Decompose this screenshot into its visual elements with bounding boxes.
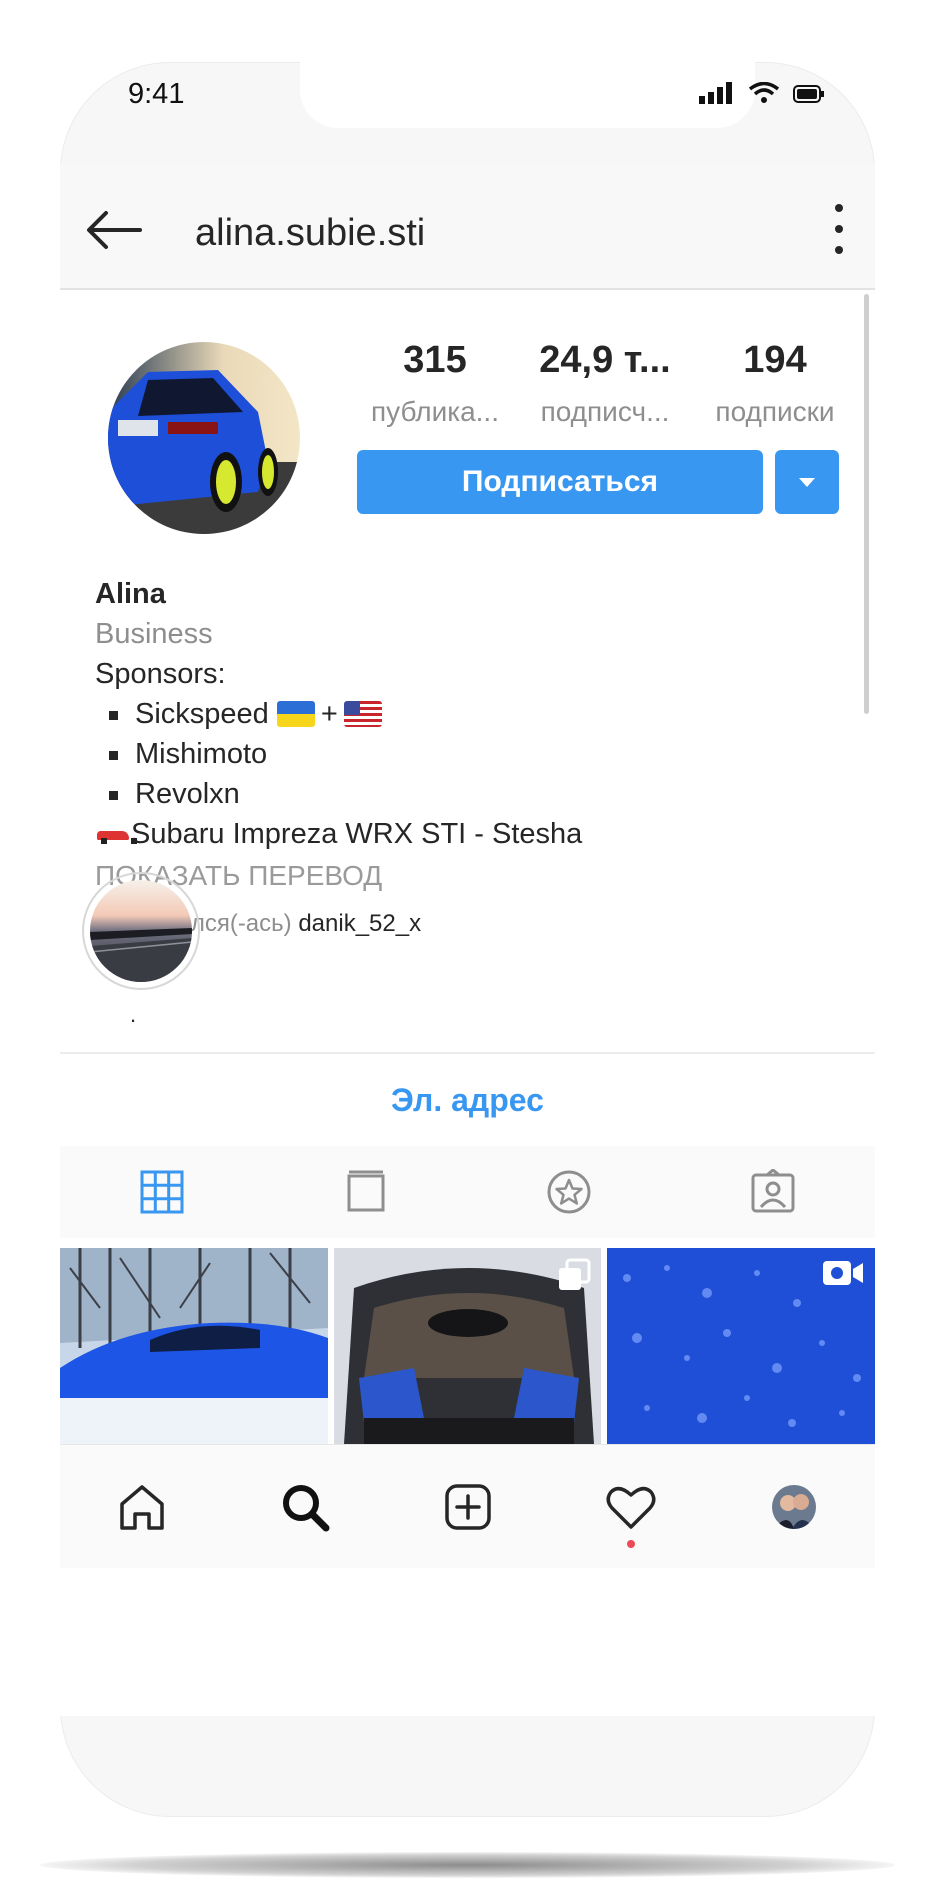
highlight-cover — [90, 880, 192, 982]
contact-row: Эл. адрес — [60, 1052, 875, 1146]
signal-icon — [699, 82, 732, 104]
back-button[interactable] — [84, 208, 144, 252]
nav-home[interactable] — [107, 1472, 177, 1542]
stat-posts[interactable]: 315 публика... — [355, 339, 515, 428]
dot-icon — [835, 225, 843, 233]
status-icons — [699, 82, 825, 104]
home-icon — [119, 1484, 164, 1530]
phone-shadow — [40, 1852, 895, 1878]
post-thumbnail[interactable] — [60, 1248, 328, 1444]
wifi-icon — [749, 82, 779, 103]
car-photo — [108, 342, 300, 534]
stat-following[interactable]: 194 подписки — [695, 339, 855, 428]
scrollbar[interactable] — [864, 294, 869, 714]
post-thumbnail[interactable] — [333, 1248, 602, 1444]
nav-activity[interactable] — [596, 1472, 666, 1548]
tab-tagged[interactable] — [671, 1146, 875, 1238]
plus-text: + — [320, 698, 338, 730]
sponsor-name: Sickspeed — [135, 698, 269, 730]
story-highlight[interactable] — [82, 872, 200, 990]
nav-search[interactable] — [270, 1472, 340, 1542]
arrow-left-icon — [87, 211, 142, 249]
race-car-icon — [95, 823, 137, 845]
bullet-icon — [95, 694, 135, 734]
tab-feed[interactable] — [264, 1146, 468, 1238]
post-thumbnail[interactable] — [607, 1248, 875, 1444]
profile-bio: Alina Business Sponsors: Sickspeed + Mis… — [95, 574, 835, 944]
caret-down-icon — [799, 477, 815, 487]
phone-frame: 9:41 alina.subie.sti 315 публика... 24,9… — [60, 62, 875, 1817]
grid-icon — [140, 1170, 184, 1214]
sunset-road-photo — [90, 880, 192, 982]
stat-label: подписки — [715, 396, 835, 427]
email-button[interactable]: Эл. адрес — [391, 1082, 544, 1119]
profile-header: alina.subie.sti — [60, 164, 875, 290]
notification-dot — [626, 1539, 635, 1548]
stat-value: 24,9 т... — [539, 339, 671, 381]
nav-new-post[interactable] — [433, 1472, 503, 1542]
ukraine-flag-icon — [276, 701, 315, 727]
more-options-button[interactable] — [829, 204, 849, 254]
bullet-icon — [95, 734, 135, 774]
stat-value: 194 — [743, 339, 807, 381]
phone-notch — [300, 62, 755, 128]
battery-icon — [793, 85, 824, 103]
tab-saved[interactable] — [468, 1146, 672, 1238]
stat-label: подписч... — [540, 396, 670, 427]
post-grid — [60, 1248, 875, 1444]
post-image — [60, 1248, 328, 1444]
search-icon — [282, 1484, 329, 1531]
show-translation-link[interactable]: ПОКАЗАТЬ ПЕРЕВОД — [95, 856, 835, 896]
video-camera-icon — [821, 1258, 865, 1293]
bio-sponsor-line: Sickspeed + — [95, 694, 835, 734]
status-time: 9:41 — [128, 78, 185, 110]
tagged-user-icon — [751, 1169, 795, 1213]
nav-profile[interactable] — [759, 1472, 829, 1542]
sponsor-name: Revolxn — [135, 778, 240, 810]
bullet-icon — [95, 774, 135, 814]
tab-grid[interactable] — [60, 1146, 264, 1238]
stat-value: 315 — [403, 339, 467, 381]
usa-flag-icon — [343, 701, 382, 727]
sponsor-name: Mishimoto — [135, 738, 268, 770]
bio-category: Business — [95, 618, 213, 650]
app-screen: alina.subie.sti 315 публика... 24,9 т...… — [60, 164, 875, 1716]
stat-followers[interactable]: 24,9 т... подписч... — [525, 339, 685, 428]
suggestions-dropdown-button[interactable] — [775, 450, 839, 514]
profile-stats: 315 публика... 24,9 т... подписч... 194 … — [355, 339, 855, 428]
bio-sponsor-line: Mishimoto — [95, 734, 835, 774]
heart-icon — [606, 1486, 655, 1529]
profile-tabs — [60, 1146, 875, 1238]
profile-avatar[interactable] — [108, 342, 300, 534]
plus-square-icon — [444, 1483, 491, 1530]
feed-icon — [347, 1170, 385, 1212]
follow-button[interactable]: Подписаться — [357, 450, 763, 514]
highlight-label: . — [130, 1002, 137, 1027]
dot-icon — [835, 246, 843, 254]
followed-by: Подписался(-ась) danik_52_x — [95, 904, 835, 944]
star-circle-icon — [547, 1170, 591, 1214]
carousel-icon — [557, 1258, 591, 1297]
followed-by-user-link[interactable]: danik_52_x — [298, 910, 421, 937]
dot-icon — [835, 204, 843, 212]
bio-car-line: Subaru Impreza WRX STI - Stesha — [95, 814, 835, 854]
bio-sponsors-heading: Sponsors: — [95, 658, 226, 690]
stat-label: публика... — [370, 396, 499, 427]
avatar — [771, 1484, 816, 1529]
bio-name: Alina — [95, 578, 166, 610]
page-title: alina.subie.sti — [195, 212, 426, 254]
car-text: Subaru Impreza WRX STI - Stesha — [131, 818, 583, 850]
bio-sponsor-line: Revolxn — [95, 774, 835, 814]
bottom-navigation — [60, 1444, 875, 1568]
